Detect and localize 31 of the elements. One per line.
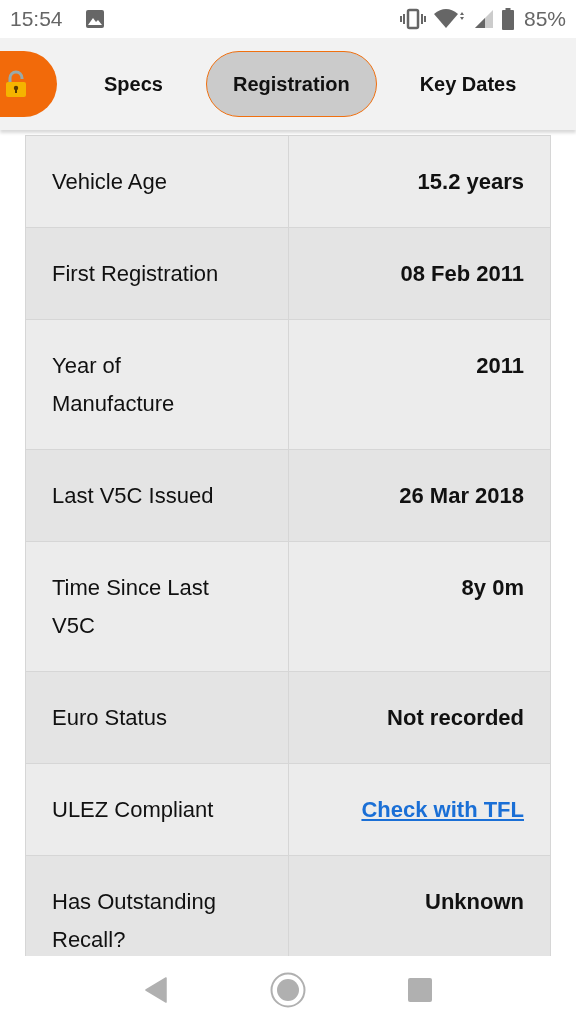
table-cell: Vehicle Age (26, 136, 288, 227)
overview-icon[interactable] (408, 978, 432, 1002)
table-cell: Last V5C Issued (26, 450, 288, 541)
vibrate-icon (399, 8, 426, 30)
value-text: 15.2 years (417, 169, 524, 194)
home-icon[interactable] (270, 972, 306, 1008)
tab[interactable]: Specs (77, 51, 190, 117)
table-cell: First Registration (26, 228, 288, 319)
tab[interactable]: Registration (205, 51, 377, 117)
check-link[interactable]: Check with TFL (361, 797, 524, 822)
table-cell: Euro Status (26, 672, 288, 763)
back-icon[interactable] (144, 977, 168, 1003)
padlock-icon (5, 70, 27, 98)
value-text: 2011 (476, 353, 524, 378)
battery-percent: 85% (523, 7, 566, 31)
image-icon (84, 9, 105, 29)
value-text: 26 Mar 2018 (399, 483, 524, 508)
tab[interactable]: Key Dates (392, 51, 544, 117)
signal-icon (473, 9, 494, 29)
table-cell: Time Since Last V5C (26, 542, 288, 671)
value-text: Unknown (425, 889, 524, 914)
lock-button[interactable] (0, 51, 57, 117)
value-text: 08 Feb 2011 (400, 261, 524, 286)
value-text: Not recorded (387, 705, 524, 730)
status-time: 15:54 (10, 7, 63, 31)
value-text: 8y 0m (461, 575, 524, 600)
table-cell: Has Outstanding Recall? (26, 856, 288, 956)
wifi-icon (433, 8, 466, 30)
battery-icon (501, 8, 514, 30)
table-cell: Year of Manufacture (26, 320, 288, 449)
table-cell: ULEZ Compliant (26, 764, 288, 855)
